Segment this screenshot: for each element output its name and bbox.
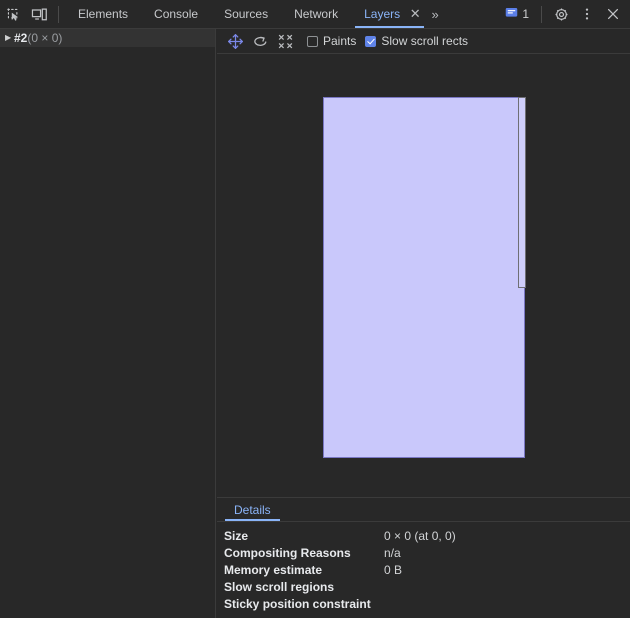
layer-tree-item-name: #2 xyxy=(14,31,28,45)
layer-tree-panel: ▶ #2 (0 × 0) xyxy=(0,29,216,618)
close-tab-glyph: ✕ xyxy=(409,6,421,21)
toolbar-divider xyxy=(58,5,59,23)
slow-scroll-rects-checkbox-box[interactable] xyxy=(365,35,377,47)
tab-label: Sources xyxy=(224,7,269,21)
layers-3d-canvas[interactable] xyxy=(217,54,630,497)
close-icon[interactable] xyxy=(600,1,626,27)
layer-details-panel: Details Size 0 × 0 (at 0, 0) Compositing… xyxy=(217,497,630,618)
detail-label: Compositing Reasons xyxy=(224,545,351,560)
tab-label: Console xyxy=(154,7,199,21)
tab-layers[interactable]: Layers xyxy=(351,0,407,28)
detail-row-sticky-position-constraint: Sticky position constraint xyxy=(217,595,630,612)
layers-view-toolbar: Paints Slow scroll rects xyxy=(217,29,630,54)
gear-icon[interactable] xyxy=(548,1,574,27)
panel-tabs: Elements Console Sources Network Layers … xyxy=(65,0,446,28)
slow-scroll-rects-checkbox-label: Slow scroll rects xyxy=(381,34,469,48)
details-rows: Size 0 × 0 (at 0, 0) Compositing Reasons… xyxy=(217,522,630,612)
detail-row-size: Size 0 × 0 (at 0, 0) xyxy=(217,527,630,544)
layer-tree-item[interactable]: ▶ #2 (0 × 0) xyxy=(0,29,215,47)
slow-scroll-rects-checkbox[interactable]: Slow scroll rects xyxy=(365,29,468,53)
devtools-toolbar: Elements Console Sources Network Layers … xyxy=(0,0,630,29)
device-toolbar-icon[interactable] xyxy=(26,1,52,27)
detail-label: Slow scroll regions xyxy=(224,579,335,594)
issues-badge[interactable]: 1 xyxy=(499,1,535,27)
kebab-menu-icon[interactable] xyxy=(574,1,600,27)
issues-badge-icon xyxy=(505,6,518,22)
close-tab-icon[interactable]: ✕ xyxy=(406,0,425,28)
tab-details[interactable]: Details xyxy=(225,498,280,521)
more-tabs-icon[interactable]: » xyxy=(424,0,446,28)
detail-row-memory-estimate: Memory estimate 0 B xyxy=(217,561,630,578)
expand-arrow-icon[interactable]: ▶ xyxy=(5,34,14,42)
tab-label: Layers xyxy=(364,7,401,21)
toolbar-divider-right xyxy=(541,5,542,23)
tab-network[interactable]: Network xyxy=(281,0,351,28)
detail-value: n/a xyxy=(384,545,401,560)
rotate-mode-icon[interactable] xyxy=(248,29,273,53)
details-tabbar: Details xyxy=(217,498,630,522)
tab-elements[interactable]: Elements xyxy=(65,0,141,28)
devtools-window: Elements Console Sources Network Layers … xyxy=(0,0,630,618)
tab-console[interactable]: Console xyxy=(141,0,211,28)
tab-details-label: Details xyxy=(234,502,271,517)
detail-label: Sticky position constraint xyxy=(224,596,371,611)
toolbar-right-group: 1 xyxy=(499,0,630,28)
scrollbar-layer-rect[interactable] xyxy=(518,97,526,288)
pan-mode-icon[interactable] xyxy=(223,29,248,53)
tab-label: Network xyxy=(294,7,339,21)
paints-checkbox[interactable]: Paints xyxy=(307,29,356,53)
detail-label: Memory estimate xyxy=(224,562,323,577)
layer-tree-item-size: (0 × 0) xyxy=(27,31,63,45)
detail-row-slow-scroll-regions: Slow scroll regions xyxy=(217,578,630,595)
tab-sources[interactable]: Sources xyxy=(211,0,281,28)
detail-row-compositing-reasons: Compositing Reasons n/a xyxy=(217,544,630,561)
issues-count: 1 xyxy=(522,7,529,21)
more-tabs-glyph: » xyxy=(431,6,439,22)
paints-checkbox-box[interactable] xyxy=(307,35,318,47)
detail-value: 0 × 0 (at 0, 0) xyxy=(384,528,456,543)
inspect-element-icon[interactable] xyxy=(0,1,26,27)
main-layer-rect[interactable] xyxy=(323,97,525,458)
detail-label: Size xyxy=(224,528,249,543)
reset-view-icon[interactable] xyxy=(273,29,298,53)
paints-checkbox-label: Paints xyxy=(323,34,357,48)
tab-label: Elements xyxy=(78,7,129,21)
detail-value: 0 B xyxy=(384,562,403,577)
